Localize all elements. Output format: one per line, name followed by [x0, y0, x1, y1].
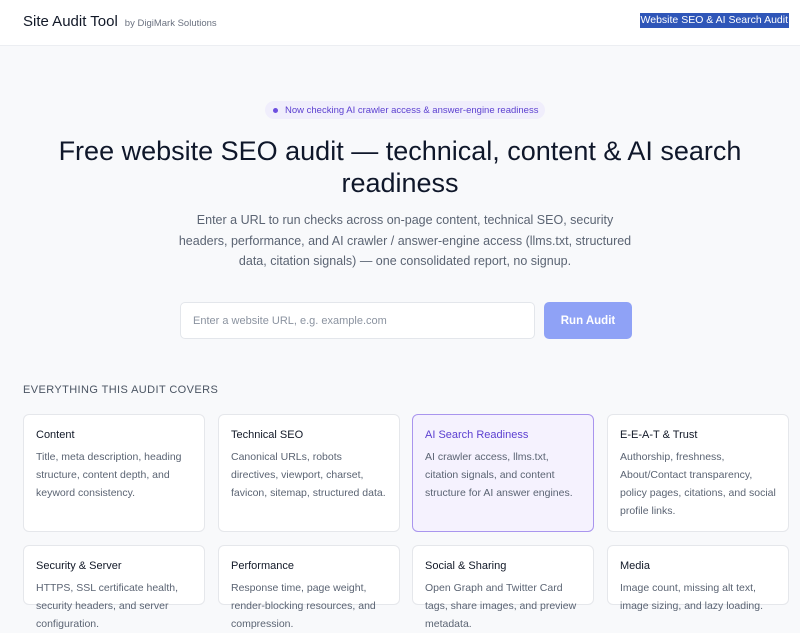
- card-social-sharing: Social & Sharing Open Graph and Twitter …: [412, 545, 594, 630]
- card-description: Response time, page weight, render-block…: [231, 582, 376, 630]
- card-description: Image count, missing alt text, image siz…: [620, 582, 764, 612]
- dot-icon: [273, 107, 278, 113]
- card-description: Title, meta description, heading structu…: [36, 451, 182, 499]
- page-title: Free website SEO audit — technical, cont…: [58, 136, 742, 198]
- card-description: Authorship, freshness, About/Contact tra…: [620, 451, 776, 517]
- app-subtitle: by DigiMark Solutions: [124, 18, 217, 29]
- card-title: Technical SEO: [231, 429, 304, 441]
- top-header: Site Audit Tool by DigiMark Solutions We…: [0, 0, 800, 46]
- card-media: Media Image count, missing alt text, ima…: [607, 545, 789, 612]
- card-eeat-trust: E-E-A-T & Trust Authorship, freshness, A…: [607, 414, 789, 532]
- card-description: AI crawler access, llms.txt, citation si…: [425, 451, 573, 499]
- badge-text: Now checking AI crawler access & answer-…: [285, 104, 539, 116]
- card-title: Security & Server: [36, 560, 122, 572]
- brand[interactable]: Site Audit Tool by DigiMark Solutions: [23, 13, 217, 30]
- card-title: AI Search Readiness: [425, 429, 529, 441]
- header-nav-link[interactable]: Website SEO & AI Search Audit: [639, 13, 789, 28]
- card-description: Open Graph and Twitter Card tags, share …: [425, 582, 577, 630]
- announcement-badge: Now checking AI crawler access & answer-…: [265, 101, 545, 119]
- section-heading: EVERYTHING THIS AUDIT COVERS: [23, 384, 219, 396]
- url-input[interactable]: [180, 302, 535, 339]
- card-description: Canonical URLs, robots directives, viewp…: [231, 451, 386, 499]
- card-ai-search-readiness: AI Search Readiness AI crawler access, l…: [412, 414, 594, 532]
- app-title: Site Audit Tool: [23, 13, 118, 30]
- card-security-server: Security & Server HTTPS, SSL certificate…: [23, 545, 205, 630]
- card-description: HTTPS, SSL certificate health, security …: [36, 582, 179, 630]
- card-title: Social & Sharing: [425, 560, 507, 572]
- card-performance: Performance Response time, page weight, …: [218, 545, 400, 630]
- card-title: Content: [36, 429, 75, 441]
- card-technical-seo: Technical SEO Canonical URLs, robots dir…: [218, 414, 400, 532]
- card-title: Performance: [231, 560, 294, 572]
- card-title: Media: [620, 560, 650, 572]
- card-content: Content Title, meta description, heading…: [23, 414, 205, 532]
- hero-description: Enter a URL to run checks across on-page…: [178, 213, 632, 268]
- run-audit-button[interactable]: Run Audit: [544, 302, 632, 339]
- card-title: E-E-A-T & Trust: [620, 429, 698, 441]
